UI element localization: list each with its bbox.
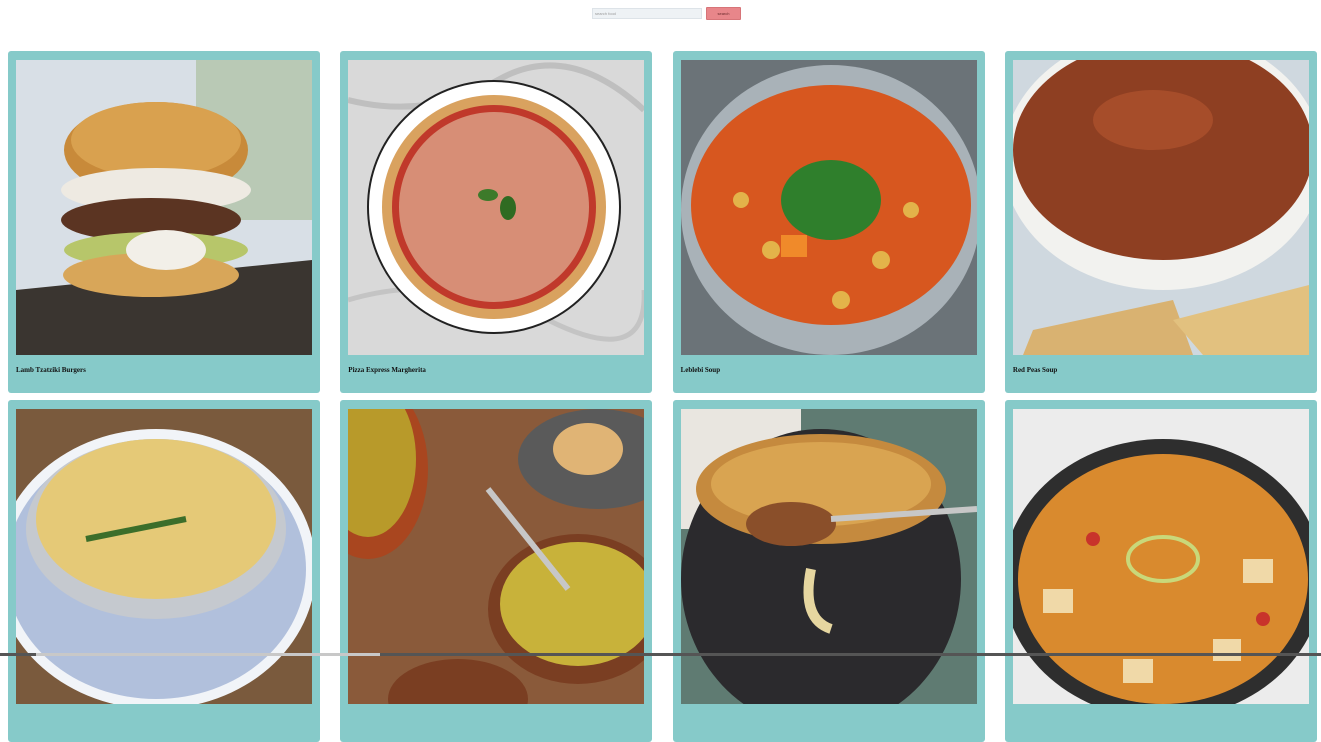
recipe-title[interactable]: Pizza Express Margherita [348,366,426,374]
recipe-image[interactable] [348,60,644,355]
recipe-title[interactable]: Lamb Tzatziki Burgers [16,366,86,374]
recipe-image[interactable] [1013,60,1309,355]
search-button[interactable]: search [706,7,741,20]
recipe-card[interactable] [8,400,320,742]
recipe-image[interactable] [16,60,312,355]
recipe-image[interactable] [16,409,312,704]
recipe-card[interactable]: Red Peas Soup [1005,51,1317,393]
recipe-image[interactable] [1013,409,1309,704]
recipe-image[interactable] [348,409,644,704]
recipe-card[interactable]: Leblebi Soup [673,51,985,393]
recipe-image[interactable] [681,60,977,355]
recipe-title[interactable]: Leblebi Soup [681,366,721,374]
search-input[interactable]: search food [592,8,702,19]
search-bar: search food search [592,7,741,20]
recipe-card[interactable] [340,400,652,742]
recipe-card[interactable]: Pizza Express Margherita [340,51,652,393]
recipe-card[interactable] [1005,400,1317,742]
recipe-image[interactable] [681,409,977,704]
recipe-card[interactable]: Lamb Tzatziki Burgers [8,51,320,393]
recipe-card[interactable] [673,400,985,742]
recipe-title[interactable]: Red Peas Soup [1013,366,1057,374]
recipe-grid: Lamb Tzatziki Burgers Pizza Express Marg… [8,51,1317,742]
